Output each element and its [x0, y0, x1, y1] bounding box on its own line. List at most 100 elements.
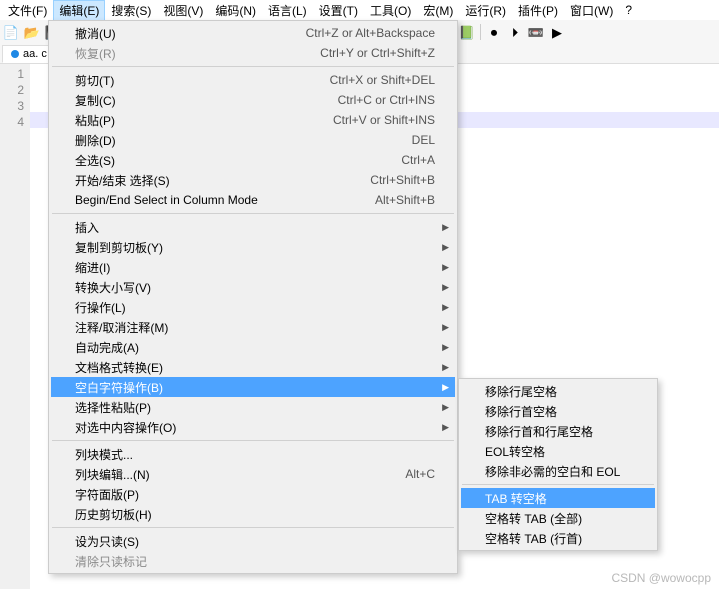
- edit-menu-item-12[interactable]: 复制到剪切板(Y): [51, 237, 455, 257]
- blank-ops-item-1[interactable]: 移除行首空格: [461, 401, 655, 421]
- menu-item-label: TAB 转空格: [485, 490, 635, 507]
- blank-ops-item-3[interactable]: EOL转空格: [461, 441, 655, 461]
- menu-item-label: 选择性粘贴(P): [75, 399, 428, 416]
- edit-menu-item-4[interactable]: 复制(C)Ctrl+C or Ctrl+INS: [51, 90, 455, 110]
- blank-ops-item-8[interactable]: 空格转 TAB (行首): [461, 528, 655, 548]
- edit-menu-item-28[interactable]: 设为只读(S): [51, 531, 455, 551]
- toolbar-button-20[interactable]: 📗: [458, 23, 476, 41]
- menu-item-label: 缩进(I): [75, 259, 428, 276]
- menu-item-accelerator: Ctrl+C or Ctrl+INS: [338, 93, 435, 107]
- toolbar-button-1[interactable]: 📂: [23, 23, 41, 41]
- toolbar-button-23[interactable]: 📼: [527, 23, 545, 41]
- menu-item-label: 撤消(U): [75, 25, 306, 42]
- blank-ops-item-6[interactable]: TAB 转空格: [461, 488, 655, 508]
- edit-menu-item-14[interactable]: 转换大小写(V): [51, 277, 455, 297]
- menu-item-label: 列块模式...: [75, 446, 435, 463]
- edit-menu-item-8[interactable]: 开始/结束 选择(S)Ctrl+Shift+B: [51, 170, 455, 190]
- toolbar-button-24[interactable]: ▶: [548, 23, 566, 41]
- menu-item-8[interactable]: 宏(M): [417, 0, 459, 21]
- tab-status-icon: [11, 50, 19, 58]
- menu-item-label: EOL转空格: [485, 443, 635, 460]
- menu-item-label: 列块编辑...(N): [75, 466, 405, 483]
- menu-item-label: 文档格式转换(E): [75, 359, 428, 376]
- line-number-gutter: 1234: [0, 64, 30, 589]
- edit-menu-item-20[interactable]: 选择性粘贴(P): [51, 397, 455, 417]
- menu-item-label: 复制(C): [75, 92, 338, 109]
- menu-item-label: 全选(S): [75, 152, 401, 169]
- menu-item-accelerator: Ctrl+Shift+B: [370, 173, 435, 187]
- edit-menu-item-19[interactable]: 空白字符操作(B): [51, 377, 455, 397]
- menu-item-accelerator: Alt+Shift+B: [375, 193, 435, 207]
- edit-menu-item-24[interactable]: 列块编辑...(N)Alt+C: [51, 464, 455, 484]
- menu-item-label: 复制到剪切板(Y): [75, 239, 428, 256]
- edit-menu-item-15[interactable]: 行操作(L): [51, 297, 455, 317]
- edit-menu-separator: [52, 66, 454, 67]
- edit-menu-item-9[interactable]: Begin/End Select in Column ModeAlt+Shift…: [51, 190, 455, 210]
- menu-item-label: 移除非必需的空白和 EOL: [485, 463, 660, 480]
- edit-menu-item-3[interactable]: 剪切(T)Ctrl+X or Shift+DEL: [51, 70, 455, 90]
- edit-menu-item-11[interactable]: 插入: [51, 217, 455, 237]
- edit-menu-item-16[interactable]: 注释/取消注释(M): [51, 317, 455, 337]
- tab-label: aa. c: [23, 48, 47, 60]
- line-number: 2: [0, 82, 24, 98]
- edit-menu-item-13[interactable]: 缩进(I): [51, 257, 455, 277]
- line-number: 1: [0, 66, 24, 82]
- menu-item-label: 插入: [75, 219, 428, 236]
- menu-item-label: 开始/结束 选择(S): [75, 172, 370, 189]
- blank-ops-item-7[interactable]: 空格转 TAB (全部): [461, 508, 655, 528]
- menu-item-12[interactable]: ?: [619, 1, 638, 19]
- menu-item-label: 空格转 TAB (全部): [485, 510, 635, 527]
- menu-item-label: 移除行首空格: [485, 403, 635, 420]
- menu-item-accelerator: Ctrl+Y or Ctrl+Shift+Z: [320, 46, 435, 60]
- menu-item-9[interactable]: 运行(R): [459, 0, 512, 21]
- edit-menu-item-29: 清除只读标记: [51, 551, 455, 571]
- edit-menu-item-7[interactable]: 全选(S)Ctrl+A: [51, 150, 455, 170]
- edit-menu-item-5[interactable]: 粘贴(P)Ctrl+V or Shift+INS: [51, 110, 455, 130]
- edit-menu-item-17[interactable]: 自动完成(A): [51, 337, 455, 357]
- menu-item-label: 剪切(T): [75, 72, 330, 89]
- toolbar-button-22[interactable]: ⏵: [506, 23, 524, 41]
- menu-item-label: 恢复(R): [75, 45, 320, 62]
- menu-item-4[interactable]: 编码(N): [209, 0, 262, 21]
- menu-item-10[interactable]: 插件(P): [512, 0, 564, 21]
- edit-menu-item-18[interactable]: 文档格式转换(E): [51, 357, 455, 377]
- menu-item-accelerator: DEL: [412, 133, 435, 147]
- menu-item-6[interactable]: 设置(T): [313, 0, 364, 21]
- menu-item-1[interactable]: 编辑(E): [53, 0, 105, 21]
- menu-item-label: 移除行尾空格: [485, 383, 635, 400]
- menu-item-label: 删除(D): [75, 132, 412, 149]
- blank-ops-separator: [462, 484, 654, 485]
- edit-menu-separator: [52, 527, 454, 528]
- menu-item-label: 历史剪切板(H): [75, 506, 435, 523]
- toolbar-button-21[interactable]: ⏺: [485, 23, 503, 41]
- menu-item-accelerator: Ctrl+A: [401, 153, 435, 167]
- menu-item-label: 注释/取消注释(M): [75, 319, 428, 336]
- watermark: CSDN @wowocpp: [611, 571, 711, 585]
- edit-menu-item-23[interactable]: 列块模式...: [51, 444, 455, 464]
- edit-menu-item-6[interactable]: 删除(D)DEL: [51, 130, 455, 150]
- menubar: 文件(F)编辑(E)搜索(S)视图(V)编码(N)语言(L)设置(T)工具(O)…: [0, 0, 719, 20]
- menu-item-accelerator: Alt+C: [405, 467, 435, 481]
- blank-ops-item-0[interactable]: 移除行尾空格: [461, 381, 655, 401]
- edit-menu-dropdown: 撤消(U)Ctrl+Z or Alt+Backspace 恢复(R)Ctrl+Y …: [48, 20, 458, 574]
- toolbar-button-0[interactable]: 📄: [2, 23, 20, 41]
- blank-ops-submenu: 移除行尾空格移除行首空格移除行首和行尾空格EOL转空格移除非必需的空白和 EOL…: [458, 378, 658, 551]
- blank-ops-item-4[interactable]: 移除非必需的空白和 EOL: [461, 461, 655, 481]
- menu-item-5[interactable]: 语言(L): [262, 0, 313, 21]
- menu-item-2[interactable]: 搜索(S): [105, 0, 157, 21]
- menu-item-11[interactable]: 窗口(W): [564, 0, 619, 21]
- menu-item-accelerator: Ctrl+V or Shift+INS: [333, 113, 435, 127]
- edit-menu-item-21[interactable]: 对选中内容操作(O): [51, 417, 455, 437]
- edit-menu-separator: [52, 213, 454, 214]
- menu-item-label: 自动完成(A): [75, 339, 428, 356]
- menu-item-label: 清除只读标记: [75, 553, 435, 570]
- menu-item-0[interactable]: 文件(F): [2, 0, 53, 21]
- menu-item-label: 设为只读(S): [75, 533, 435, 550]
- edit-menu-item-25[interactable]: 字符面版(P): [51, 484, 455, 504]
- edit-menu-item-0[interactable]: 撤消(U)Ctrl+Z or Alt+Backspace: [51, 23, 455, 43]
- menu-item-7[interactable]: 工具(O): [364, 0, 417, 21]
- menu-item-label: 空白字符操作(B): [75, 379, 428, 396]
- edit-menu-item-26[interactable]: 历史剪切板(H): [51, 504, 455, 524]
- menu-item-3[interactable]: 视图(V): [157, 0, 209, 21]
- blank-ops-item-2[interactable]: 移除行首和行尾空格: [461, 421, 655, 441]
